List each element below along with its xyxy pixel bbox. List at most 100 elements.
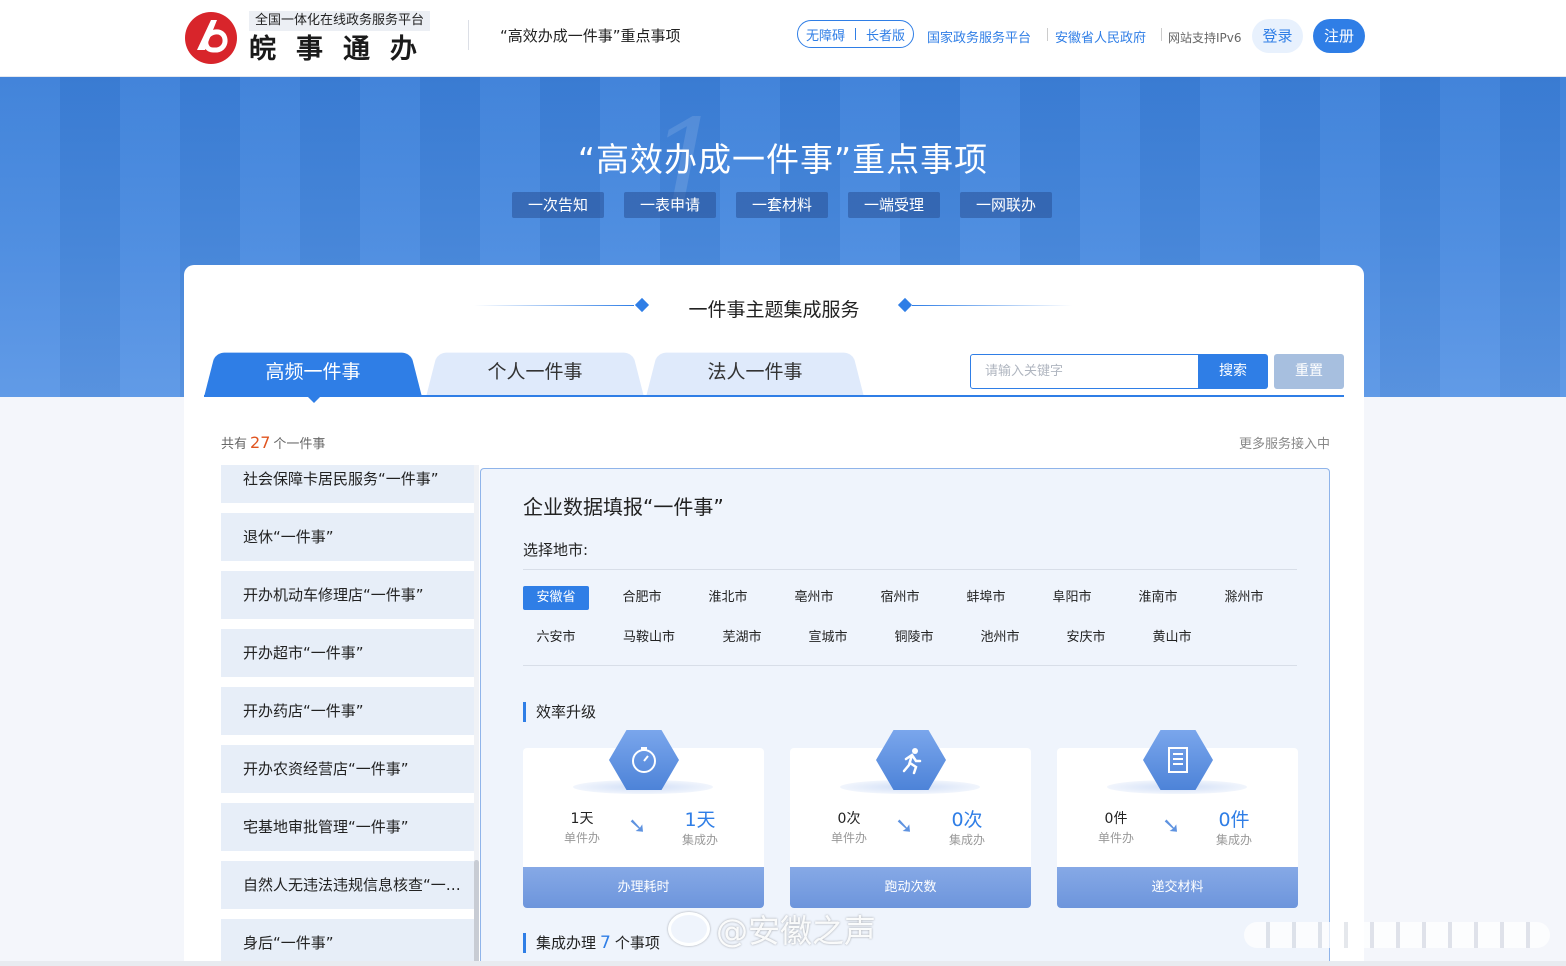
detail-title: 企业数据填报“一件事” — [523, 495, 724, 519]
efficiency-card-visits: 0次 单件办 ➘ 0次 集成办 跑动次数 — [790, 730, 1031, 908]
city-option[interactable]: 芜湖市 — [709, 626, 775, 650]
tab-legal-entity[interactable]: 法人一件事 — [646, 347, 864, 397]
main-card: 一件事主题集成服务 高频一件事 个人一件事 法人一件事 搜索 重置 共有27个一… — [184, 265, 1364, 966]
banner-tag: 一端受理 — [848, 192, 940, 218]
watermark-text: @安徽之声 — [716, 912, 877, 950]
accessibility-pill: 无障碍 长者版 — [797, 20, 915, 48]
city-option[interactable]: 安庆市 — [1053, 626, 1119, 650]
banner-tag: 一次告知 — [512, 192, 604, 218]
pill-divider — [855, 28, 857, 40]
top-header: 全国一体化在线政务服务平台 皖事通办 “高效办成一件事”重点事项 无障碍 长者版… — [0, 0, 1566, 77]
city-option[interactable]: 蚌埠市 — [953, 586, 1019, 610]
tab-high-frequency[interactable]: 高频一件事 — [204, 347, 422, 397]
platform-subtitle: 全国一体化在线政务服务平台 — [249, 11, 431, 31]
logo-icon[interactable] — [183, 10, 239, 66]
city-option[interactable]: 马鞍山市 — [609, 626, 689, 650]
banner-tag: 一网联办 — [960, 192, 1052, 218]
after-label: 集成办 — [1215, 833, 1252, 847]
city-option[interactable]: 铜陵市 — [881, 626, 947, 650]
card-footer: 办理耗时 — [523, 867, 764, 908]
banner-tags: 一次告知 一表申请 一套材料 一端受理 一网联办 — [512, 192, 1052, 218]
integrated-prefix: 集成办理 — [536, 934, 597, 952]
before-value: 0件 — [1104, 811, 1128, 827]
efficiency-card-materials: 0件 单件办 ➘ 0件 集成办 递交材料 — [1057, 730, 1298, 908]
city-option[interactable]: 阜阳市 — [1039, 586, 1105, 610]
national-platform-link[interactable]: 国家政务服务平台 — [927, 27, 1031, 46]
register-button[interactable]: 注册 — [1313, 19, 1365, 53]
city-option[interactable]: 淮南市 — [1125, 586, 1191, 610]
link-divider — [1161, 28, 1162, 41]
card-footer: 递交材料 — [1057, 867, 1298, 908]
brand-name[interactable]: 皖事通办 — [249, 33, 437, 67]
bottom-bar — [0, 961, 1566, 966]
tabs-underline — [204, 395, 1344, 397]
elder-mode-link[interactable]: 长者版 — [866, 25, 905, 44]
city-option[interactable]: 宿州市 — [867, 586, 933, 610]
before-label: 单件办 — [563, 831, 600, 845]
list-item[interactable]: 开办超市“一件事” — [221, 629, 474, 677]
city-option[interactable]: 滁州市 — [1211, 586, 1277, 610]
arrow-icon: ➘ — [628, 814, 647, 839]
before-label: 单件办 — [1097, 831, 1134, 845]
count-prefix: 共有 — [221, 437, 248, 452]
title-decor-line — [912, 305, 1072, 306]
city-option[interactable]: 亳州市 — [781, 586, 847, 610]
efficiency-card-time: 1天 单件办 ➘ 1天 集成办 办理耗时 — [523, 730, 764, 908]
before-value: 0次 — [837, 811, 861, 827]
header-divider — [468, 20, 469, 50]
list-scrollbar[interactable] — [474, 465, 479, 966]
city-option[interactable]: 黄山市 — [1139, 626, 1205, 650]
arrow-icon: ➘ — [1162, 814, 1181, 839]
divider — [523, 569, 1297, 570]
list-item[interactable]: 身后“一件事” — [221, 919, 474, 966]
list-item[interactable]: 宅基地审批管理“一件事” — [221, 803, 474, 851]
divider — [523, 665, 1297, 666]
after-value: 0次 — [951, 809, 983, 831]
banner-tag: 一表申请 — [624, 192, 716, 218]
before-label: 单件办 — [830, 831, 867, 845]
count-suffix: 个一件事 — [273, 437, 326, 452]
section-title: 一件事主题集成服务 — [688, 299, 860, 321]
search-input[interactable] — [970, 354, 1199, 389]
after-value: 1天 — [684, 809, 716, 831]
ipv6-note: 网站支持IPv6 — [1168, 31, 1242, 45]
city-option[interactable]: 合肥市 — [609, 586, 675, 610]
list-item[interactable]: 社会保障卡居民服务“一件事” — [221, 465, 474, 503]
tab-personal[interactable]: 个人一件事 — [426, 347, 644, 397]
after-label: 集成办 — [948, 833, 985, 847]
scrollbar-thumb[interactable] — [474, 860, 479, 966]
tab-label: 高频一件事 — [265, 361, 361, 383]
reset-button[interactable]: 重置 — [1274, 354, 1344, 389]
integrated-count: 7 — [600, 933, 611, 953]
arrow-icon: ➘ — [895, 814, 914, 839]
city-option[interactable]: 淮北市 — [695, 586, 761, 610]
banner-tag: 一套材料 — [736, 192, 828, 218]
search-button[interactable]: 搜索 — [1198, 354, 1268, 389]
efficiency-heading: 效率升级 — [523, 702, 596, 722]
city-option[interactable]: 六安市 — [523, 626, 589, 650]
banner-title: “高效办成一件事”重点事项 — [577, 140, 989, 179]
list-item[interactable]: 自然人无违法违规信息核查“一件事” — [221, 861, 474, 909]
list-item[interactable]: 退休“一件事” — [221, 513, 474, 561]
province-gov-link[interactable]: 安徽省人民政府 — [1055, 27, 1146, 46]
list-item[interactable]: 开办机动车修理店“一件事” — [221, 571, 474, 619]
item-count: 共有 27 个一件事 — [221, 433, 325, 452]
more-services-note: 更多服务接入中 — [1238, 437, 1330, 452]
service-list: 社会保障卡居民服务“一件事” 退休“一件事” 开办机动车修理店“一件事” 开办超… — [221, 465, 474, 966]
login-button[interactable]: 登录 — [1252, 19, 1303, 53]
list-item[interactable]: 开办药店“一件事” — [221, 687, 474, 735]
weibo-watermark: @安徽之声 — [668, 906, 876, 952]
list-item[interactable]: 开办农资经营店“一件事” — [221, 745, 474, 793]
detail-panel: 企业数据填报“一件事” 选择地市: 安徽省 合肥市 淮北市 亳州市 宿州市 蚌埠… — [480, 468, 1330, 966]
city-option-active[interactable]: 安徽省 — [523, 586, 589, 610]
accessibility-link[interactable]: 无障碍 — [806, 25, 845, 44]
integrated-items-heading: 集成办理 7 个事项 — [523, 933, 660, 953]
city-option[interactable]: 池州市 — [967, 626, 1033, 650]
card-footer: 跑动次数 — [790, 867, 1031, 908]
integrated-suffix: 个事项 — [614, 934, 660, 952]
count-number: 27 — [250, 433, 271, 452]
after-label: 集成办 — [681, 833, 718, 847]
city-option[interactable]: 宣城市 — [795, 626, 861, 650]
page-title: “高效办成一件事”重点事项 — [500, 27, 681, 45]
before-value: 1天 — [570, 811, 594, 827]
